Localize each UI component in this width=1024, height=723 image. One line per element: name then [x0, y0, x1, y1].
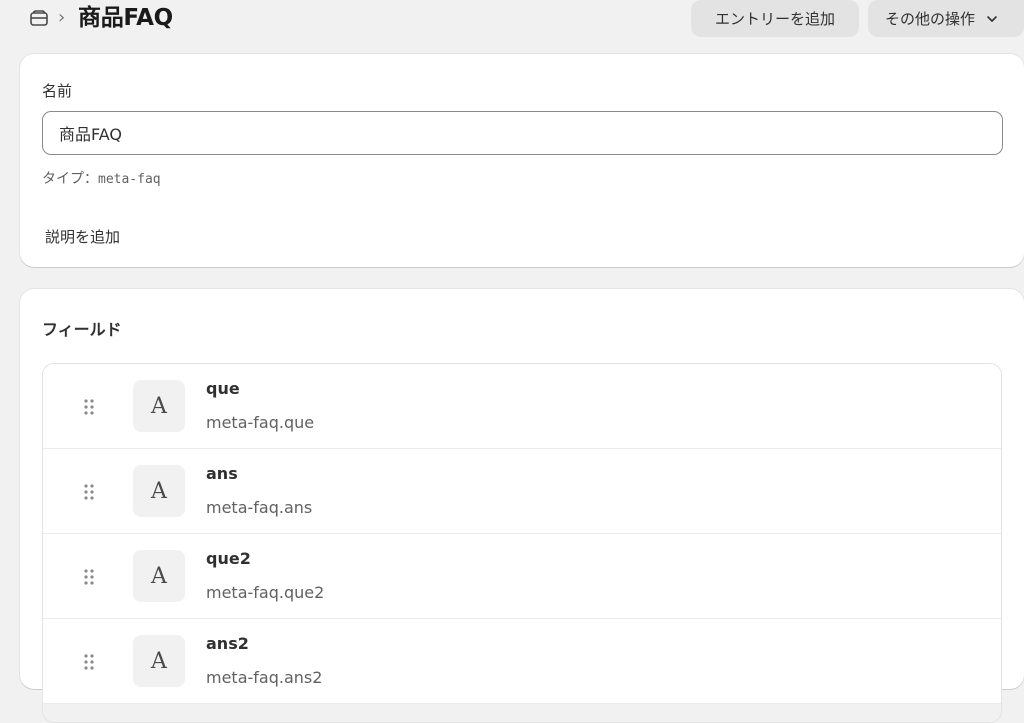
- field-key: meta-faq.ans2: [206, 668, 323, 687]
- drag-handle-icon[interactable]: [83, 568, 95, 586]
- field-name: que2: [206, 549, 251, 568]
- metaobject-icon[interactable]: [28, 7, 50, 29]
- field-row[interactable]: A que meta-faq.que: [43, 364, 1001, 449]
- page-header: › 商品FAQ エントリーを追加 その他の操作: [0, 0, 1024, 38]
- field-name: que: [206, 379, 240, 398]
- breadcrumb-separator: ›: [58, 7, 66, 28]
- add-entry-button[interactable]: エントリーを追加: [691, 0, 859, 37]
- name-input[interactable]: 商品FAQ: [42, 111, 1003, 155]
- name-card: 名前 商品FAQ タイプ： meta-faq 説明を追加: [20, 54, 1024, 267]
- type-info: タイプ： meta-faq: [42, 168, 161, 188]
- add-entry-button-label: エントリーを追加: [714, 10, 835, 28]
- field-key: meta-faq.ans: [206, 498, 313, 517]
- drag-handle-icon[interactable]: [83, 483, 95, 501]
- field-row[interactable]: A que2 meta-faq.que2: [43, 534, 1001, 619]
- more-actions-button-label: その他の操作: [885, 10, 976, 28]
- text-type-icon: A: [133, 465, 185, 517]
- chevron-down-icon: [987, 15, 997, 22]
- field-key: meta-faq.que2: [206, 583, 325, 602]
- drag-handle-icon[interactable]: [83, 653, 95, 671]
- field-name: ans: [206, 464, 238, 483]
- text-type-icon: A: [133, 550, 185, 602]
- name-input-value: 商品FAQ: [59, 125, 122, 144]
- drag-handle-icon[interactable]: [83, 398, 95, 416]
- field-row[interactable]: A ans meta-faq.ans: [43, 449, 1001, 534]
- add-description-link[interactable]: 説明を追加: [45, 226, 120, 247]
- field-name: ans2: [206, 634, 249, 653]
- page-title: 商品FAQ: [78, 5, 173, 31]
- fields-card: フィールド A que meta-faq.que A ans meta-faq.…: [20, 289, 1024, 723]
- fields-title: フィールド: [42, 320, 122, 339]
- field-row[interactable]: A ans2 meta-faq.ans2: [43, 619, 1001, 704]
- type-label: タイプ：: [42, 171, 98, 187]
- name-label: 名前: [42, 82, 73, 100]
- text-type-icon: A: [133, 380, 185, 432]
- type-value: meta-faq: [98, 172, 161, 187]
- fields-list: A que meta-faq.que A ans meta-faq.ans A …: [42, 363, 1002, 723]
- more-actions-button[interactable]: その他の操作: [868, 0, 1024, 37]
- field-key: meta-faq.que: [206, 413, 315, 432]
- text-type-icon: A: [133, 635, 185, 687]
